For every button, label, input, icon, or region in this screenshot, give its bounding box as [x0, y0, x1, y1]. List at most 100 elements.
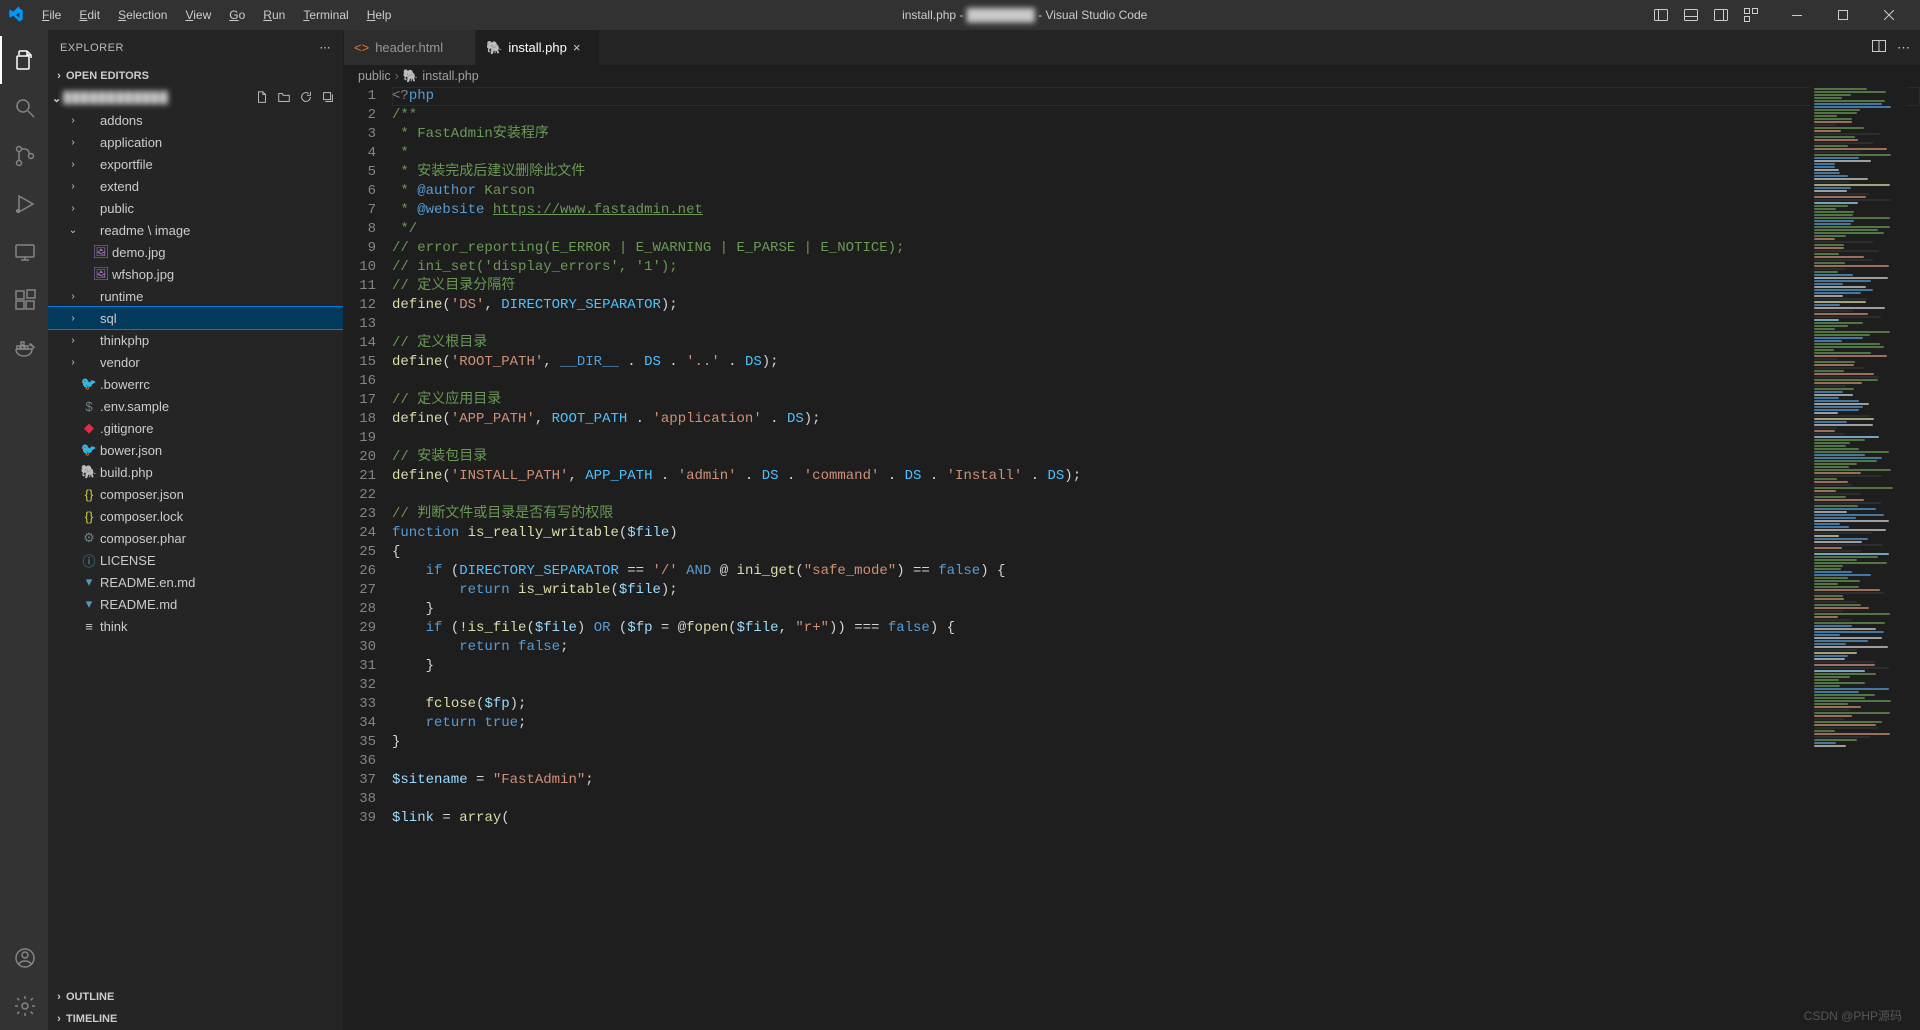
- html-icon: <>: [354, 40, 369, 55]
- activity-docker[interactable]: [0, 324, 48, 372]
- explorer-title: EXPLORER: [60, 42, 124, 54]
- folder-exportfile[interactable]: › exportfile: [48, 153, 343, 175]
- explorer-sidebar: EXPLORER ⋯ › OPEN EDITORS ⌄ ████████████…: [48, 30, 344, 1030]
- file-demo-jpg[interactable]: 🖼demo.jpg: [48, 241, 343, 263]
- tree-item-label: .env.sample: [100, 399, 169, 414]
- tree-item-label: build.php: [100, 465, 153, 480]
- folder-runtime[interactable]: ›runtime: [48, 285, 343, 307]
- breadcrumb-part[interactable]: public: [358, 69, 391, 83]
- file-license[interactable]: ⓘLICENSE: [48, 549, 343, 571]
- menu-edit[interactable]: Edit: [71, 4, 108, 26]
- tree-item-label: composer.json: [100, 487, 184, 502]
- outline-section[interactable]: › OUTLINE: [48, 986, 343, 1008]
- file-composer-lock[interactable]: {}composer.lock: [48, 505, 343, 527]
- file-build-php[interactable]: 🐘build.php: [48, 461, 343, 483]
- file-readme-md[interactable]: ▾README.md: [48, 593, 343, 615]
- tree-item-label: composer.phar: [100, 531, 186, 546]
- php-icon: 🐘: [403, 69, 419, 84]
- code-content[interactable]: <?php/** * FastAdmin安装程序 * * 安装完成后建议删除此文…: [392, 87, 1920, 1030]
- folder-readme-image[interactable]: ⌄readme \ image: [48, 219, 343, 241]
- split-editor-icon[interactable]: [1871, 38, 1887, 57]
- more-icon[interactable]: ⋯: [1897, 40, 1910, 56]
- chevron-right-icon: ›: [66, 203, 80, 214]
- open-editors-section[interactable]: › OPEN EDITORS: [48, 65, 343, 87]
- tree-item-label: public: [100, 201, 134, 216]
- breadcrumb-part[interactable]: install.php: [422, 69, 478, 83]
- editor-tabs: <>header.html×🐘install.php×⋯: [344, 30, 1920, 65]
- new-folder-icon[interactable]: [277, 90, 291, 107]
- watermark: CSDN @PHP源码: [1804, 1007, 1902, 1024]
- chevron-right-icon: ›: [66, 335, 80, 346]
- workspace-folder-name: ████████████: [63, 92, 169, 104]
- tab-label: install.php: [508, 40, 567, 55]
- folder-thinkphp[interactable]: ›thinkphp: [48, 329, 343, 351]
- chevron-right-icon: ›: [66, 313, 80, 324]
- close-icon[interactable]: ×: [573, 40, 589, 55]
- chevron-right-icon: ›: [66, 115, 80, 126]
- folder-extend[interactable]: ›extend: [48, 175, 343, 197]
- menu-view[interactable]: View: [177, 4, 219, 26]
- tab-header-html[interactable]: <>header.html×: [344, 30, 476, 65]
- activity-accounts[interactable]: [0, 934, 48, 982]
- new-file-icon[interactable]: [255, 90, 269, 107]
- minimize-button[interactable]: [1774, 0, 1820, 30]
- timeline-section[interactable]: › TIMELINE: [48, 1008, 343, 1030]
- refresh-icon[interactable]: [299, 90, 313, 107]
- tree-item-label: .gitignore: [100, 421, 153, 436]
- layout-sidebar-left-icon[interactable]: [1650, 4, 1672, 26]
- layout-panel-icon[interactable]: [1680, 4, 1702, 26]
- menu-run[interactable]: Run: [255, 4, 293, 26]
- bower-icon: 🐦: [80, 376, 98, 392]
- file-tree: ›addons›application › exportfile ›extend › pu…: [48, 109, 343, 986]
- folder-application[interactable]: ›application: [48, 131, 343, 153]
- folder-sql[interactable]: ›sql: [48, 307, 343, 329]
- text-icon: ≡: [80, 619, 98, 634]
- menu-selection[interactable]: Selection: [110, 4, 175, 26]
- activity-source-control[interactable]: [0, 132, 48, 180]
- minimap[interactable]: [1810, 87, 1906, 1030]
- activity-explorer[interactable]: [0, 36, 48, 84]
- workspace-folder-header[interactable]: ⌄ ████████████: [48, 87, 343, 109]
- file--gitignore[interactable]: ◆.gitignore: [48, 417, 343, 439]
- activity-settings[interactable]: [0, 982, 48, 1030]
- activity-remote[interactable]: [0, 228, 48, 276]
- file-bower-json[interactable]: 🐦bower.json: [48, 439, 343, 461]
- folder-vendor[interactable]: ›vendor: [48, 351, 343, 373]
- activity-run-debug[interactable]: [0, 180, 48, 228]
- file-readme-en-md[interactable]: ▾README.en.md: [48, 571, 343, 593]
- tree-item-label: README.en.md: [100, 575, 195, 590]
- activity-extensions[interactable]: [0, 276, 48, 324]
- menu-terminal[interactable]: Terminal: [295, 4, 356, 26]
- file-wfshop-jpg[interactable]: 🖼wfshop.jpg: [48, 263, 343, 285]
- customize-layout-icon[interactable]: [1740, 4, 1762, 26]
- tree-item-label: bower.json: [100, 443, 162, 458]
- breadcrumb[interactable]: public›🐘install.php: [344, 65, 1920, 87]
- menu-go[interactable]: Go: [221, 4, 253, 26]
- menu-help[interactable]: Help: [359, 4, 400, 26]
- folder-public[interactable]: › public: [48, 197, 343, 219]
- folder-addons[interactable]: ›addons: [48, 109, 343, 131]
- menu-file[interactable]: File: [34, 4, 69, 26]
- activity-search[interactable]: [0, 84, 48, 132]
- bower-icon: 🐦: [80, 442, 98, 458]
- tree-item-label: vendor: [100, 355, 140, 370]
- file--env-sample[interactable]: $.env.sample: [48, 395, 343, 417]
- close-button[interactable]: [1866, 0, 1912, 30]
- img-icon: 🖼: [92, 244, 110, 260]
- tab-install-php[interactable]: 🐘install.php×: [476, 30, 600, 65]
- line-numbers: 1234567891011121314151617181920212223242…: [344, 87, 392, 1030]
- file-composer-phar[interactable]: ⚙composer.phar: [48, 527, 343, 549]
- file--bowerrc[interactable]: 🐦.bowerrc: [48, 373, 343, 395]
- file-think[interactable]: ≡think: [48, 615, 343, 637]
- collapse-all-icon[interactable]: [321, 90, 335, 107]
- env-icon: $: [80, 399, 98, 414]
- explorer-more-icon[interactable]: ⋯: [320, 41, 332, 54]
- file-composer-json[interactable]: {}composer.json: [48, 483, 343, 505]
- chevron-right-icon: ›: [66, 159, 80, 170]
- tree-item-label: exportfile: [100, 157, 153, 172]
- maximize-button[interactable]: [1820, 0, 1866, 30]
- layout-sidebar-right-icon[interactable]: [1710, 4, 1732, 26]
- code-editor[interactable]: 1234567891011121314151617181920212223242…: [344, 87, 1920, 1030]
- json-icon: {}: [80, 487, 98, 502]
- tree-item-label: think: [100, 619, 127, 634]
